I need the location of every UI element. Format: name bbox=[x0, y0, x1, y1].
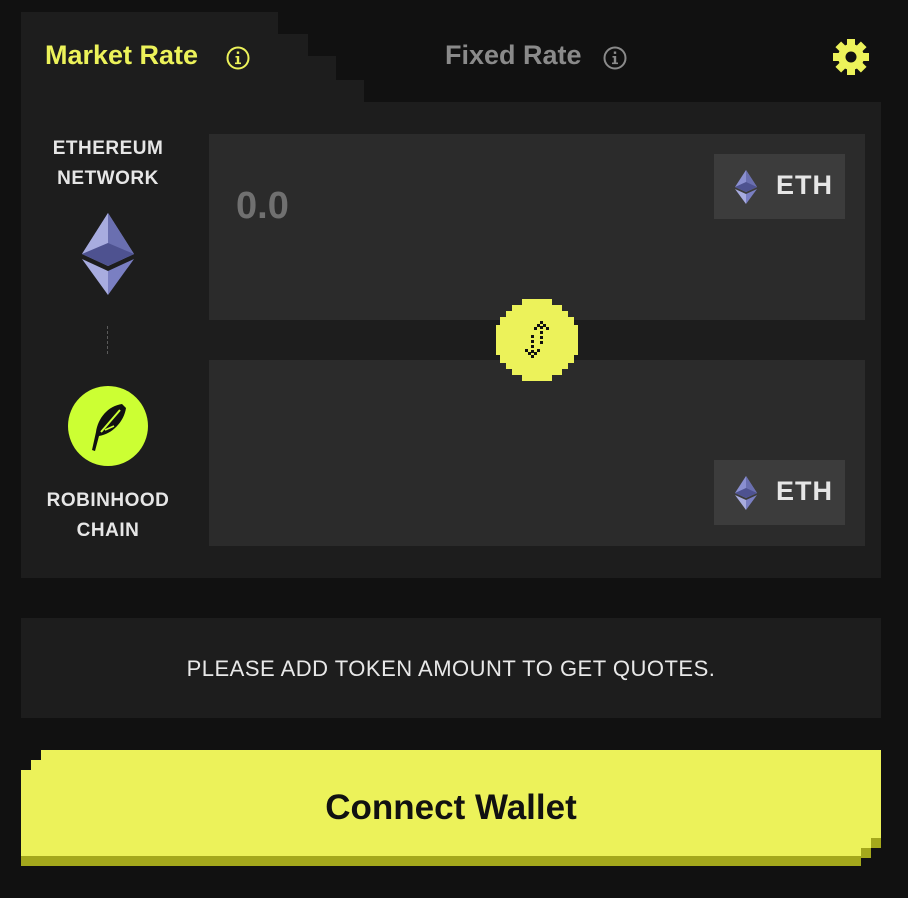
robinhood-logo bbox=[68, 386, 148, 466]
info-icon[interactable] bbox=[226, 46, 250, 70]
gear-icon[interactable] bbox=[832, 38, 870, 76]
connect-wallet-label: Connect Wallet bbox=[325, 788, 577, 827]
connect-wallet-button[interactable]: Connect Wallet bbox=[21, 750, 883, 868]
swap-button[interactable] bbox=[496, 299, 578, 381]
tab-step-decoration bbox=[308, 56, 336, 102]
quote-message: PLEASE ADD TOKEN AMOUNT TO GET QUOTES. bbox=[186, 656, 716, 681]
ethereum-icon bbox=[735, 170, 757, 204]
quote-banner: PLEASE ADD TOKEN AMOUNT TO GET QUOTES. bbox=[21, 618, 881, 718]
tab-market-rate[interactable]: Market Rate bbox=[45, 40, 198, 71]
ethereum-icon bbox=[735, 476, 757, 510]
info-icon[interactable] bbox=[603, 46, 627, 70]
from-amount-input[interactable] bbox=[234, 180, 538, 232]
from-token-label: ETH bbox=[776, 170, 833, 200]
destination-network-line1: ROBINHOOD bbox=[46, 490, 170, 511]
destination-network-label: ROBINHOOD CHAIN bbox=[21, 486, 195, 546]
tab-step-decoration bbox=[278, 34, 308, 102]
from-token-selector[interactable]: ETH bbox=[714, 154, 845, 219]
source-network-label: ETHEREUM NETWORK bbox=[21, 134, 195, 194]
tab-step-decoration bbox=[336, 80, 364, 102]
destination-network-line2: CHAIN bbox=[76, 520, 140, 541]
to-token-label: ETH bbox=[776, 476, 833, 506]
to-token-selector[interactable]: ETH bbox=[714, 460, 845, 525]
ethereum-icon bbox=[82, 213, 134, 295]
source-network-line2: NETWORK bbox=[57, 168, 159, 189]
source-network-line1: ETHEREUM bbox=[52, 138, 164, 159]
feather-icon bbox=[92, 404, 126, 451]
network-connector-line bbox=[107, 326, 108, 354]
tab-fixed-rate[interactable]: Fixed Rate bbox=[445, 40, 582, 71]
